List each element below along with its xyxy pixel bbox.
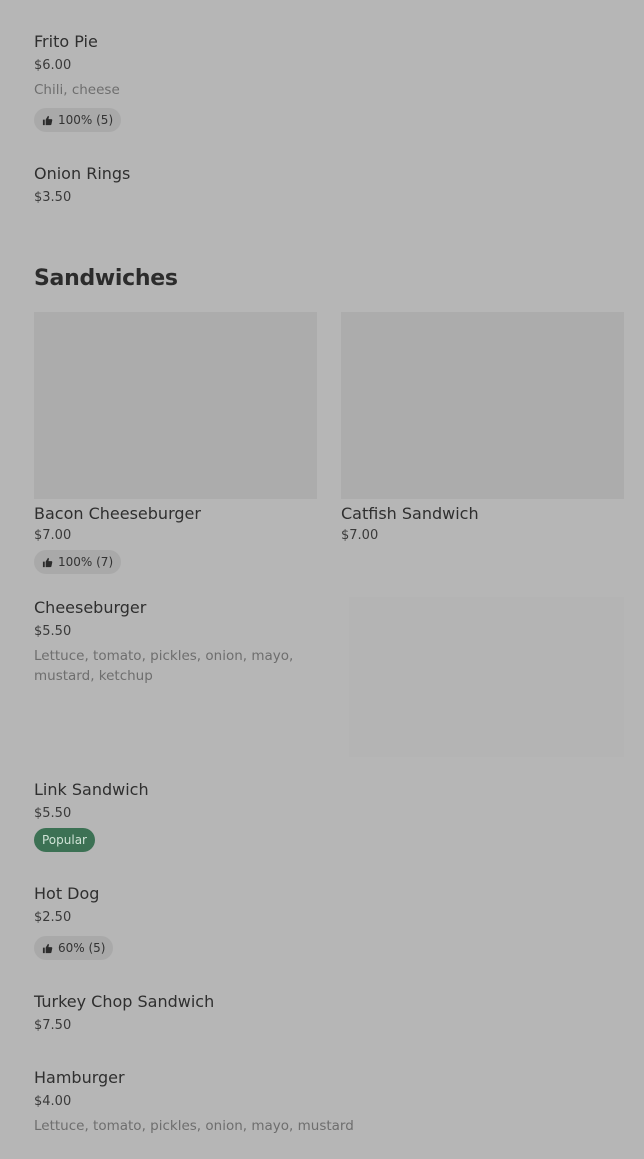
thumbs-up-icon <box>42 557 53 567</box>
item-description: Lettuce, tomato, pickles, onion, mayo, m… <box>34 1118 354 1134</box>
item-image <box>34 312 317 499</box>
item-name: Hamburger <box>34 1068 125 1087</box>
item-price: $6.00 <box>34 58 72 73</box>
item-name: Hot Dog <box>34 884 100 903</box>
item-price: $3.50 <box>34 190 72 205</box>
item-name: Turkey Chop Sandwich <box>34 992 215 1011</box>
item-price: $2.50 <box>34 910 72 925</box>
item-price: $5.50 <box>34 624 72 639</box>
rating-text: 100% (5) <box>58 113 114 127</box>
thumbs-up-icon <box>42 115 53 125</box>
item-image <box>349 597 624 757</box>
item-name: Onion Rings <box>34 164 131 183</box>
section-title: Sandwiches <box>34 266 178 291</box>
rating-badge: 100% (7) <box>34 550 122 574</box>
item-image <box>341 312 624 499</box>
thumbs-up-icon <box>42 943 53 953</box>
item-description: Lettuce, tomato, pickles, onion, mayo, m… <box>34 648 294 684</box>
item-description: Chili, cheese <box>34 82 120 98</box>
rating-badge: 100% (5) <box>34 108 122 132</box>
rating-badge: 60% (5) <box>34 936 114 960</box>
item-price: $5.50 <box>34 806 72 821</box>
item-name: Link Sandwich <box>34 780 149 799</box>
item-name: Cheeseburger <box>34 598 147 617</box>
rating-text: 100% (7) <box>58 555 114 569</box>
item-name: Bacon Cheeseburger <box>34 504 201 523</box>
item-price: $4.00 <box>34 1094 72 1109</box>
item-price: $7.00 <box>341 528 379 543</box>
item-price: $7.00 <box>34 528 72 543</box>
popular-badge: Popular <box>34 828 95 852</box>
item-name: Frito Pie <box>34 32 98 51</box>
item-price: $7.50 <box>34 1018 72 1033</box>
rating-text: 60% (5) <box>58 941 106 955</box>
item-name: Catfish Sandwich <box>341 504 479 523</box>
